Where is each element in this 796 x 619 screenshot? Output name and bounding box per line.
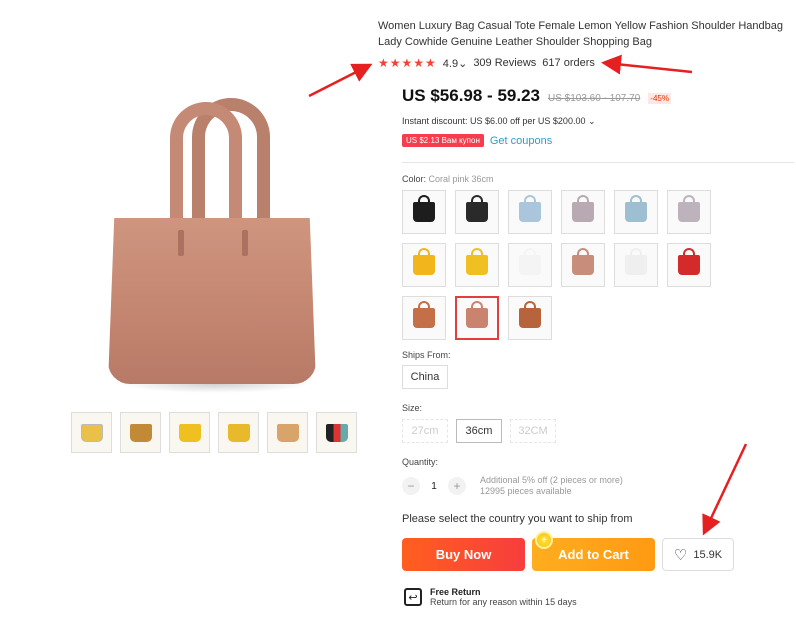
rating-value[interactable]: 4.9⌄ [443,57,468,70]
rating-row: ★★★★★ 4.9⌄ 309 Reviews 617 orders [378,56,595,70]
white-bag-icon [625,248,647,275]
black-bag-icon [413,195,435,222]
color-swatch-red-bag[interactable] [667,243,711,287]
color-swatch-mauve-bag[interactable] [561,190,605,234]
thumbnail-preview [325,423,348,442]
bag-body [108,218,316,384]
light-blue-bag-icon [519,195,541,222]
thumbnail-video[interactable] [71,412,112,453]
size-label: Size: [402,403,423,413]
color-swatch-light-blue-bag[interactable] [508,190,552,234]
current-price: US $56.98 - 59.23 [402,86,540,105]
yellow-bag-icon [466,248,488,275]
color-swatch-brown-bag[interactable] [402,296,446,340]
color-swatch-lilac-bag[interactable] [667,190,711,234]
quantity-minus-button[interactable]: − [402,477,420,495]
stock-available-note: 12995 pieces available [480,486,572,496]
return-icon: ↩ [404,588,422,606]
thumbnail-preview [276,423,299,442]
blue-bag-icon [625,195,647,222]
main-product-image[interactable] [60,90,360,393]
color-swatch-black-bag[interactable] [455,190,499,234]
product-title: Women Luxury Bag Casual Tote Female Lemo… [378,20,784,48]
rating-stars-icon: ★★★★★ [378,56,437,70]
wishlist-button[interactable]: ♡ 15.9K [662,538,734,571]
size-option-27cm[interactable]: 27cm [402,419,448,443]
arrow-to-orders [601,54,693,75]
red-bag-icon [678,248,700,275]
quantity-value[interactable]: 1 [428,481,440,492]
color-label: Color: Coral pink 36cm [402,174,494,184]
buy-now-button[interactable]: Buy Now [402,538,525,571]
yellow-bag-icon [413,248,435,275]
bag-tab-right [242,230,248,256]
ships-from-china-button[interactable]: China [402,365,448,389]
quantity-stepper: − 1 + Additional 5% off (2 pieces or mor… [402,475,623,497]
size-option-36cm[interactable]: 36cm [456,419,502,443]
color-swatch-yellow-bag[interactable] [455,243,499,287]
bag-handle-front [170,102,242,227]
thumbnail-preview [227,423,250,442]
reviews-link[interactable]: 309 Reviews [473,57,536,69]
free-return-subtitle: Return for any reason within 15 days [430,597,577,607]
quantity-label: Quantity: [402,457,439,467]
original-price: US $103.60 - 107.70 [547,93,641,104]
size-option-32cm[interactable]: 32CM [510,419,556,443]
tan-bag-icon [519,301,541,328]
thumbnail-image[interactable] [316,412,357,453]
thumbnail-image[interactable] [120,412,161,453]
heart-icon: ♡ [673,546,688,564]
color-swatches [402,190,762,340]
quantity-plus-button[interactable]: + [448,477,466,495]
instant-discount[interactable]: Instant discount: US $6.00 off per US $2… [402,116,596,127]
thumbnail-image[interactable] [218,412,259,453]
wishlist-count: 15.9K [693,548,723,561]
thumbnail-preview [80,423,103,442]
free-return-info: ↩ Free Return Return for any reason with… [404,587,577,607]
color-swatch-white-bag[interactable] [614,243,658,287]
color-swatch-yellow-bag[interactable] [402,243,446,287]
discount-badge: -45% [648,93,671,104]
brown-bag-icon [413,301,435,328]
color-swatch-tan-bag[interactable] [508,296,552,340]
mauve-bag-icon [572,195,594,222]
ship-country-message: Please select the country you want to sh… [402,513,633,525]
coin-icon: + [535,531,553,549]
color-swatch-white-bag[interactable] [508,243,552,287]
price-row: US $56.98 - 59.23 US $103.60 - 107.70 -4… [402,86,671,106]
lilac-bag-icon [678,195,700,222]
thumbnail-strip [71,412,357,453]
divider [402,162,794,163]
coupon-row: US $2.13 Вам купон Get coupons [402,134,552,147]
ships-from-label: Ships From: [402,350,451,360]
white-bag-icon [519,248,541,275]
color-swatch-black-bag[interactable] [402,190,446,234]
thumbnail-preview [178,423,201,442]
chevron-down-icon: ⌄ [458,57,468,70]
bulk-discount-note: Additional 5% off (2 pieces or more) [480,475,623,485]
black-bag-icon [466,195,488,222]
bag-tab-left [178,230,184,256]
rating-number: 4.9 [442,57,459,70]
color-swatch-blue-bag[interactable] [614,190,658,234]
color-swatch-coral-bag[interactable] [455,296,499,340]
thumbnail-image[interactable] [267,412,308,453]
get-coupons-link[interactable]: Get coupons [490,135,552,147]
thumbnail-image[interactable] [169,412,210,453]
arrow-to-wishlist [702,443,748,536]
free-return-title: Free Return [430,587,481,597]
orders-count: 617 orders [542,57,595,69]
color-swatch-pink-bag[interactable] [561,243,605,287]
coupon-badge[interactable]: US $2.13 Вам купон [402,134,484,147]
pink-bag-icon [572,248,594,275]
color-selected-value: Coral pink 36cm [428,174,494,184]
coral-bag-icon [466,301,488,328]
color-label-text: Color: [402,174,427,184]
thumbnail-preview [129,423,152,442]
quantity-notes: Additional 5% off (2 pieces or more) 129… [480,475,623,497]
